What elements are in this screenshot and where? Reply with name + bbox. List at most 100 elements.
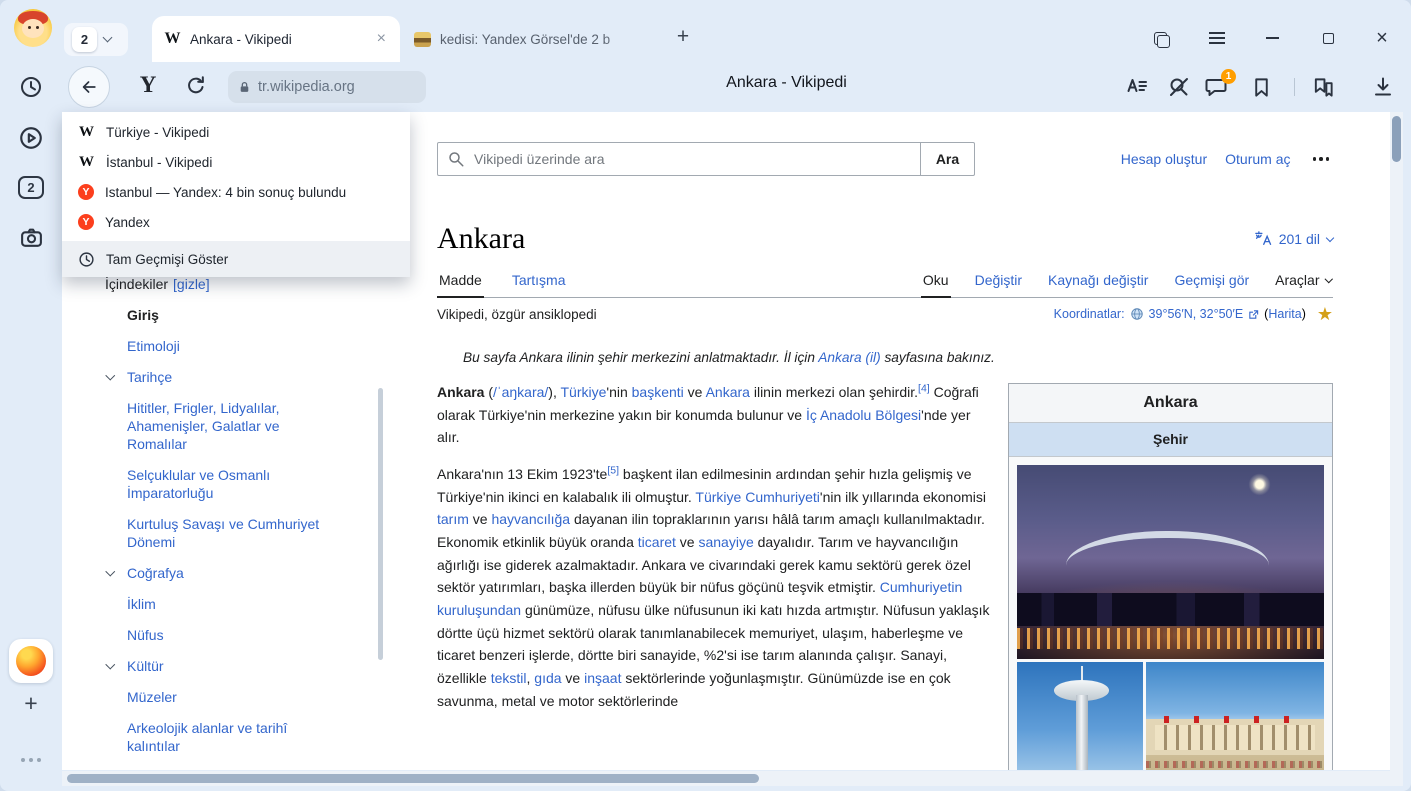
toc-item-arkeolojik[interactable]: Arkeolojik alanlar ve tarihî kalıntılar: [105, 719, 339, 755]
tab-tools[interactable]: Araçlar: [1273, 272, 1333, 297]
profile-avatar-icon[interactable]: [14, 9, 52, 47]
chevron-down-icon[interactable]: [106, 660, 115, 669]
toc-hide-toggle[interactable]: [gizle]: [173, 276, 210, 292]
downloads-icon[interactable]: [1370, 74, 1396, 100]
tab-ankara-vikipedi[interactable]: W Ankara - Vikipedi ×: [152, 16, 400, 62]
vertical-scrollbar[interactable]: [1390, 112, 1403, 771]
tab-read[interactable]: Oku: [921, 272, 951, 298]
reader-mode-icon[interactable]: [1124, 74, 1150, 100]
screenshot-icon[interactable]: [0, 224, 62, 250]
chevron-down-icon[interactable]: [106, 567, 115, 576]
infobox-image-row: [1017, 662, 1324, 770]
toc-item-iklim[interactable]: İklim: [105, 595, 339, 613]
toolbar-separator: [1294, 78, 1295, 96]
coordinates-value[interactable]: 39°56′N, 32°50′E: [1149, 307, 1244, 321]
history-item-label: İstanbul - Vikipedi: [106, 155, 212, 170]
tab-article[interactable]: Madde: [437, 272, 484, 298]
player-icon[interactable]: [0, 124, 62, 152]
tab-history[interactable]: Geçmişi gör: [1172, 272, 1251, 297]
yandex-search-icon[interactable]: Y: [134, 72, 162, 102]
chevron-down-icon: [1326, 233, 1334, 241]
login-link[interactable]: Oturum aç: [1225, 151, 1290, 167]
toc-item-label: Selçuklular ve Osmanlı İmparatorluğu: [127, 467, 270, 501]
wiki-search-input[interactable]: [437, 142, 921, 176]
article-tabs: Madde Tartışma Oku Değiştir Kaynağı deği…: [437, 264, 1333, 298]
history-item[interactable]: W İstanbul - Vikipedi: [62, 147, 410, 177]
avatar-face: [22, 19, 44, 38]
history-item-label: Istanbul — Yandex: 4 bin sonuç bulundu: [105, 185, 346, 200]
toc-item-cografya[interactable]: Coğrafya: [105, 564, 339, 582]
logo-ball: [16, 646, 46, 676]
toc-item-hititler[interactable]: Hititler, Frigler, Lidyalılar, Ahamenişl…: [105, 399, 339, 453]
cityscape-arc: [1066, 531, 1269, 601]
history-item[interactable]: Y Yandex: [62, 207, 410, 237]
tab-edit[interactable]: Değiştir: [973, 272, 1024, 297]
toc-item-etimoloji[interactable]: Etimoloji: [105, 337, 339, 355]
tower-spire: [1081, 666, 1083, 681]
close-window-icon[interactable]: ×: [1368, 24, 1396, 52]
vertical-scrollbar-thumb[interactable]: [1392, 116, 1401, 162]
tab-counter-button[interactable]: 2: [64, 23, 128, 56]
collections-icon[interactable]: [1310, 74, 1336, 100]
toc-item-nufus[interactable]: Nüfus: [105, 626, 339, 644]
maximize-window-icon[interactable]: [1314, 24, 1342, 52]
infobox-type: Şehir: [1009, 423, 1332, 457]
history-item[interactable]: Y Istanbul — Yandex: 4 bin sonuç bulundu: [62, 177, 410, 207]
address-bar[interactable]: tr.wikipedia.org: [228, 71, 426, 103]
toc-item-giris[interactable]: Giriş: [105, 306, 339, 324]
tab-talk[interactable]: Tartışma: [510, 272, 568, 297]
tabs-panel-icon[interactable]: 2: [0, 175, 62, 199]
infobox-image-anitkabir[interactable]: [1146, 662, 1324, 770]
infobox-image-atakule[interactable]: [1017, 662, 1143, 770]
more-options-icon[interactable]: [1309, 153, 1334, 165]
tab-yandex-gorsel[interactable]: kedisi: Yandex Görsel'de 2 b: [402, 16, 660, 62]
wiki-search: Ara: [437, 142, 975, 176]
wiki-search-button[interactable]: Ara: [921, 142, 975, 176]
infobox: Ankara Şehir: [1008, 383, 1333, 770]
logo-box: [9, 639, 53, 683]
yandex-icon: Y: [78, 184, 94, 200]
tab-groups-icon[interactable]: [1146, 24, 1174, 52]
browser-logo-icon[interactable]: [0, 639, 62, 683]
toc-item-label: Kültür: [127, 658, 164, 674]
chevron-down-icon: [103, 33, 113, 43]
rail-add-button[interactable]: +: [0, 688, 62, 718]
toc-item-label: Hititler, Frigler, Lidyalılar, Ahamenişl…: [127, 400, 280, 452]
page-search-off-icon[interactable]: [1166, 74, 1192, 100]
rail-more-icon[interactable]: [0, 752, 62, 768]
history-item[interactable]: W Türkiye - Vikipedi: [62, 117, 410, 147]
toc-item-kurtulus[interactable]: Kurtuluş Savaşı ve Cumhuriyet Dönemi: [105, 515, 339, 551]
toc-item-label: Tarihçe: [127, 369, 172, 385]
comments-icon[interactable]: 1: [1203, 74, 1229, 100]
toc-item-muzeler[interactable]: Müzeler: [105, 688, 339, 706]
menu-icon[interactable]: [1203, 24, 1231, 52]
toc-item-tarihce[interactable]: Tarihçe: [105, 368, 339, 386]
bookmark-page-icon[interactable]: [1248, 74, 1274, 100]
coordinates-map-link[interactable]: (Harita): [1264, 307, 1306, 321]
toc-item-selcuklular[interactable]: Selçuklular ve Osmanlı İmparatorluğu: [105, 466, 339, 502]
languages-button[interactable]: 201 dil: [1254, 230, 1333, 248]
horizontal-scrollbar-thumb[interactable]: [67, 774, 759, 783]
chevron-down-icon[interactable]: [106, 371, 115, 380]
new-tab-button[interactable]: +: [668, 22, 698, 52]
coordinates-label[interactable]: Koordinatlar:: [1054, 307, 1125, 321]
toc-header-label: İçindekiler: [105, 276, 168, 292]
create-account-link[interactable]: Hesap oluştur: [1121, 151, 1207, 167]
toc-header: İçindekiler [gizle]: [105, 276, 365, 292]
site-tagline: Vikipedi, özgür ansiklopedi: [437, 307, 597, 322]
languages-label: 201 dil: [1279, 231, 1320, 247]
toc-item-kultur[interactable]: Kültür: [105, 657, 339, 675]
minimize-window-icon[interactable]: [1258, 24, 1286, 52]
show-full-history-button[interactable]: Tam Geçmişi Göster: [62, 241, 410, 277]
toc-item-label: Etimoloji: [127, 338, 180, 354]
coordinates: Koordinatlar: 39°56′N, 32°50′E (Harita) …: [1054, 305, 1333, 323]
horizontal-scrollbar[interactable]: [62, 771, 1403, 786]
infobox-image-cityscape[interactable]: [1017, 465, 1324, 659]
tab-close-icon[interactable]: ×: [375, 29, 388, 49]
tab-edit-source[interactable]: Kaynağı değiştir: [1046, 272, 1150, 297]
external-link-icon: [1248, 309, 1259, 320]
toc-scrollbar[interactable]: [378, 388, 383, 660]
back-button[interactable]: [68, 66, 110, 108]
history-icon[interactable]: [0, 74, 62, 100]
reload-icon[interactable]: [184, 74, 210, 100]
